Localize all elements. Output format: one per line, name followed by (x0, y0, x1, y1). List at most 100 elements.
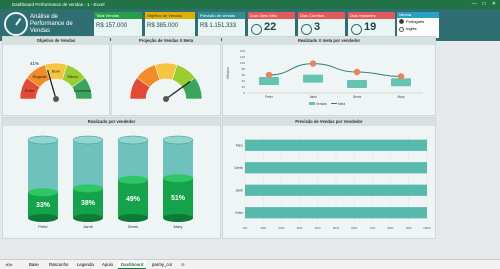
x-tick-label: 60% (351, 226, 357, 230)
panel-projecao-vendas: Projeção de Vendas X Meta (111, 36, 221, 116)
y-tick-label: Peter (235, 211, 244, 215)
x-tick-label: 10% (260, 226, 266, 230)
title-bar: Dashboard Performance de vendas - 1 - Ex… (0, 0, 500, 9)
language-option-label: Inglês (406, 26, 417, 32)
language-selector: Idioma Português Inglês (397, 12, 439, 38)
panel-title: Objetivo de Vendas (3, 37, 109, 45)
meta-point (309, 60, 317, 67)
kpi-total-vendas: Total Vendas R$ 157.000 (94, 12, 142, 38)
cylinder-fill-top (118, 175, 148, 184)
y-tick-label: Derek (234, 166, 243, 170)
cylinder-base (163, 214, 193, 222)
calendar-icon (251, 24, 262, 35)
dashboard-title: Análise de Performance de Vendas (30, 14, 73, 34)
tab-apoio[interactable]: Apoio (99, 261, 116, 268)
language-option-pt[interactable]: Português (397, 18, 439, 25)
cylinder-fill-top (73, 184, 103, 193)
speedometer-icon (4, 12, 28, 36)
gauge-label: Regular (33, 74, 48, 79)
clock-icon (301, 24, 312, 35)
x-tick-label: Derek (353, 95, 362, 99)
chart-previsao-vendedor: 0% 10% 20% 30% 40% 50% 60% 70% 80% 90% 100% Mary Der… (234, 134, 431, 230)
kpi-dias-restantes: Dias restantes 19 (348, 12, 395, 38)
cylinder-top (72, 135, 104, 145)
kpi-dias-corridos: Dias Corridos 3 (298, 12, 345, 38)
cylinder-top (117, 135, 149, 145)
cylinder-base (118, 214, 148, 222)
meta-point (265, 71, 273, 79)
x-tick-label: Mary (397, 95, 404, 99)
radio-icon[interactable] (399, 26, 404, 32)
legend-swatch (309, 102, 315, 105)
close-icon[interactable]: ✕ (492, 1, 496, 7)
chart-realizado-vendedor: 33% Peter 38% Jamb 49% Derek 51% Mary (27, 135, 194, 229)
kpi-label: Dias Úteis Mês (248, 12, 295, 19)
radio-selected-icon[interactable] (399, 19, 404, 25)
cylinder-value-label: 51% (171, 195, 186, 202)
x-tick-label: Jamb (309, 95, 317, 99)
x-tick-label: Peter (38, 224, 48, 229)
kpi-label: Previsão de vendas (198, 12, 245, 19)
hbar (245, 162, 427, 174)
panel-title: Projeção de Vendas X Meta (112, 37, 220, 45)
kpi-label: Objetivo de Vendas (145, 12, 195, 19)
x-tick-label: Mary (174, 224, 183, 229)
meta-point (397, 73, 405, 80)
language-option-label: Português (406, 19, 425, 24)
y-tick-label: 80 (242, 67, 246, 71)
y-tick-label: 100 (240, 61, 245, 65)
x-tick-label: 30% (297, 226, 303, 230)
meta-line (268, 63, 402, 77)
gauge-label: Excelente (74, 88, 92, 93)
y-tick-label: Mary (236, 143, 243, 147)
gauge-percent-label: 41% (30, 61, 39, 66)
gauge-label: Bom (52, 69, 61, 74)
kpi-value: R$ 1.151.333 (200, 23, 237, 29)
kpi-dias-uteis: Dias Úteis Mês 22 (248, 12, 295, 38)
x-tick-label: Jamb (83, 224, 94, 229)
kpi-value: R$ 157.000 (96, 23, 128, 29)
minimize-icon[interactable]: — (472, 1, 477, 7)
gauge-hub (163, 96, 169, 102)
cylinder-value-label: 49% (126, 196, 141, 203)
y-tick-label: 60 (242, 73, 246, 77)
cylinder-fill-top (28, 188, 58, 197)
hbar (245, 184, 427, 196)
cylinder-fill-top (163, 174, 193, 183)
panel-title: Realizado X meta por vendedor (223, 37, 435, 45)
language-option-en[interactable]: Inglês (397, 25, 439, 32)
kpi-label: Dias restantes (348, 12, 395, 19)
panel-title: Previsão de Vendas por Vendedor (223, 118, 435, 126)
kpi-previsao: Previsão de vendas R$ 1.151.333 (198, 12, 245, 38)
x-tick-label: 20% (278, 226, 284, 230)
x-tick-label: Peter (265, 95, 274, 99)
x-tick-label: 90% (406, 226, 412, 230)
y-tick-label: 0 (243, 91, 245, 95)
legend-label: Meta (338, 102, 345, 106)
tab-parmy-cor[interactable]: parmy_cor (149, 261, 175, 268)
vendas-bar (303, 74, 323, 83)
x-tick-label: Derek (128, 224, 139, 229)
window-title: Dashboard Performance de vendas - 1 - Ex… (12, 2, 105, 7)
window-controls[interactable]: — □ ✕ (466, 0, 496, 9)
maximize-icon[interactable]: □ (483, 1, 486, 7)
hbar (245, 139, 427, 151)
kpi-label: Dias Corridos (298, 12, 345, 19)
y-axis-label: Milhares (226, 67, 230, 79)
tab-base[interactable]: Base (26, 261, 42, 268)
y-tick-label: 120 (240, 55, 245, 59)
meta-point (353, 68, 361, 76)
cylinder-base (73, 214, 103, 222)
chart-realizado-meta: 0 20 40 60 80 100 120 140 Milhares Peter Jamb Derek… (226, 49, 423, 106)
x-tick-label: 0% (243, 226, 248, 230)
tab-rascunho[interactable]: Rascunho (46, 261, 71, 268)
tab-legenda[interactable]: Legenda (74, 261, 97, 268)
panel-objetivo-vendas: Objetivo de Vendas Ruim Regular Bom Ótimo Ex… (2, 36, 110, 116)
x-tick-label: 100% (423, 226, 431, 230)
hourglass-icon (351, 24, 362, 35)
x-tick-label: 50% (333, 226, 339, 230)
cylinder-top (162, 135, 194, 145)
kpi-objetivo: Objetivo de Vendas R$ 385.000 (145, 12, 195, 38)
panel-realizado-meta: Realizado X meta por vendedor 0 20 40 60 80 1… (222, 36, 436, 116)
gauge-hub (53, 96, 59, 102)
